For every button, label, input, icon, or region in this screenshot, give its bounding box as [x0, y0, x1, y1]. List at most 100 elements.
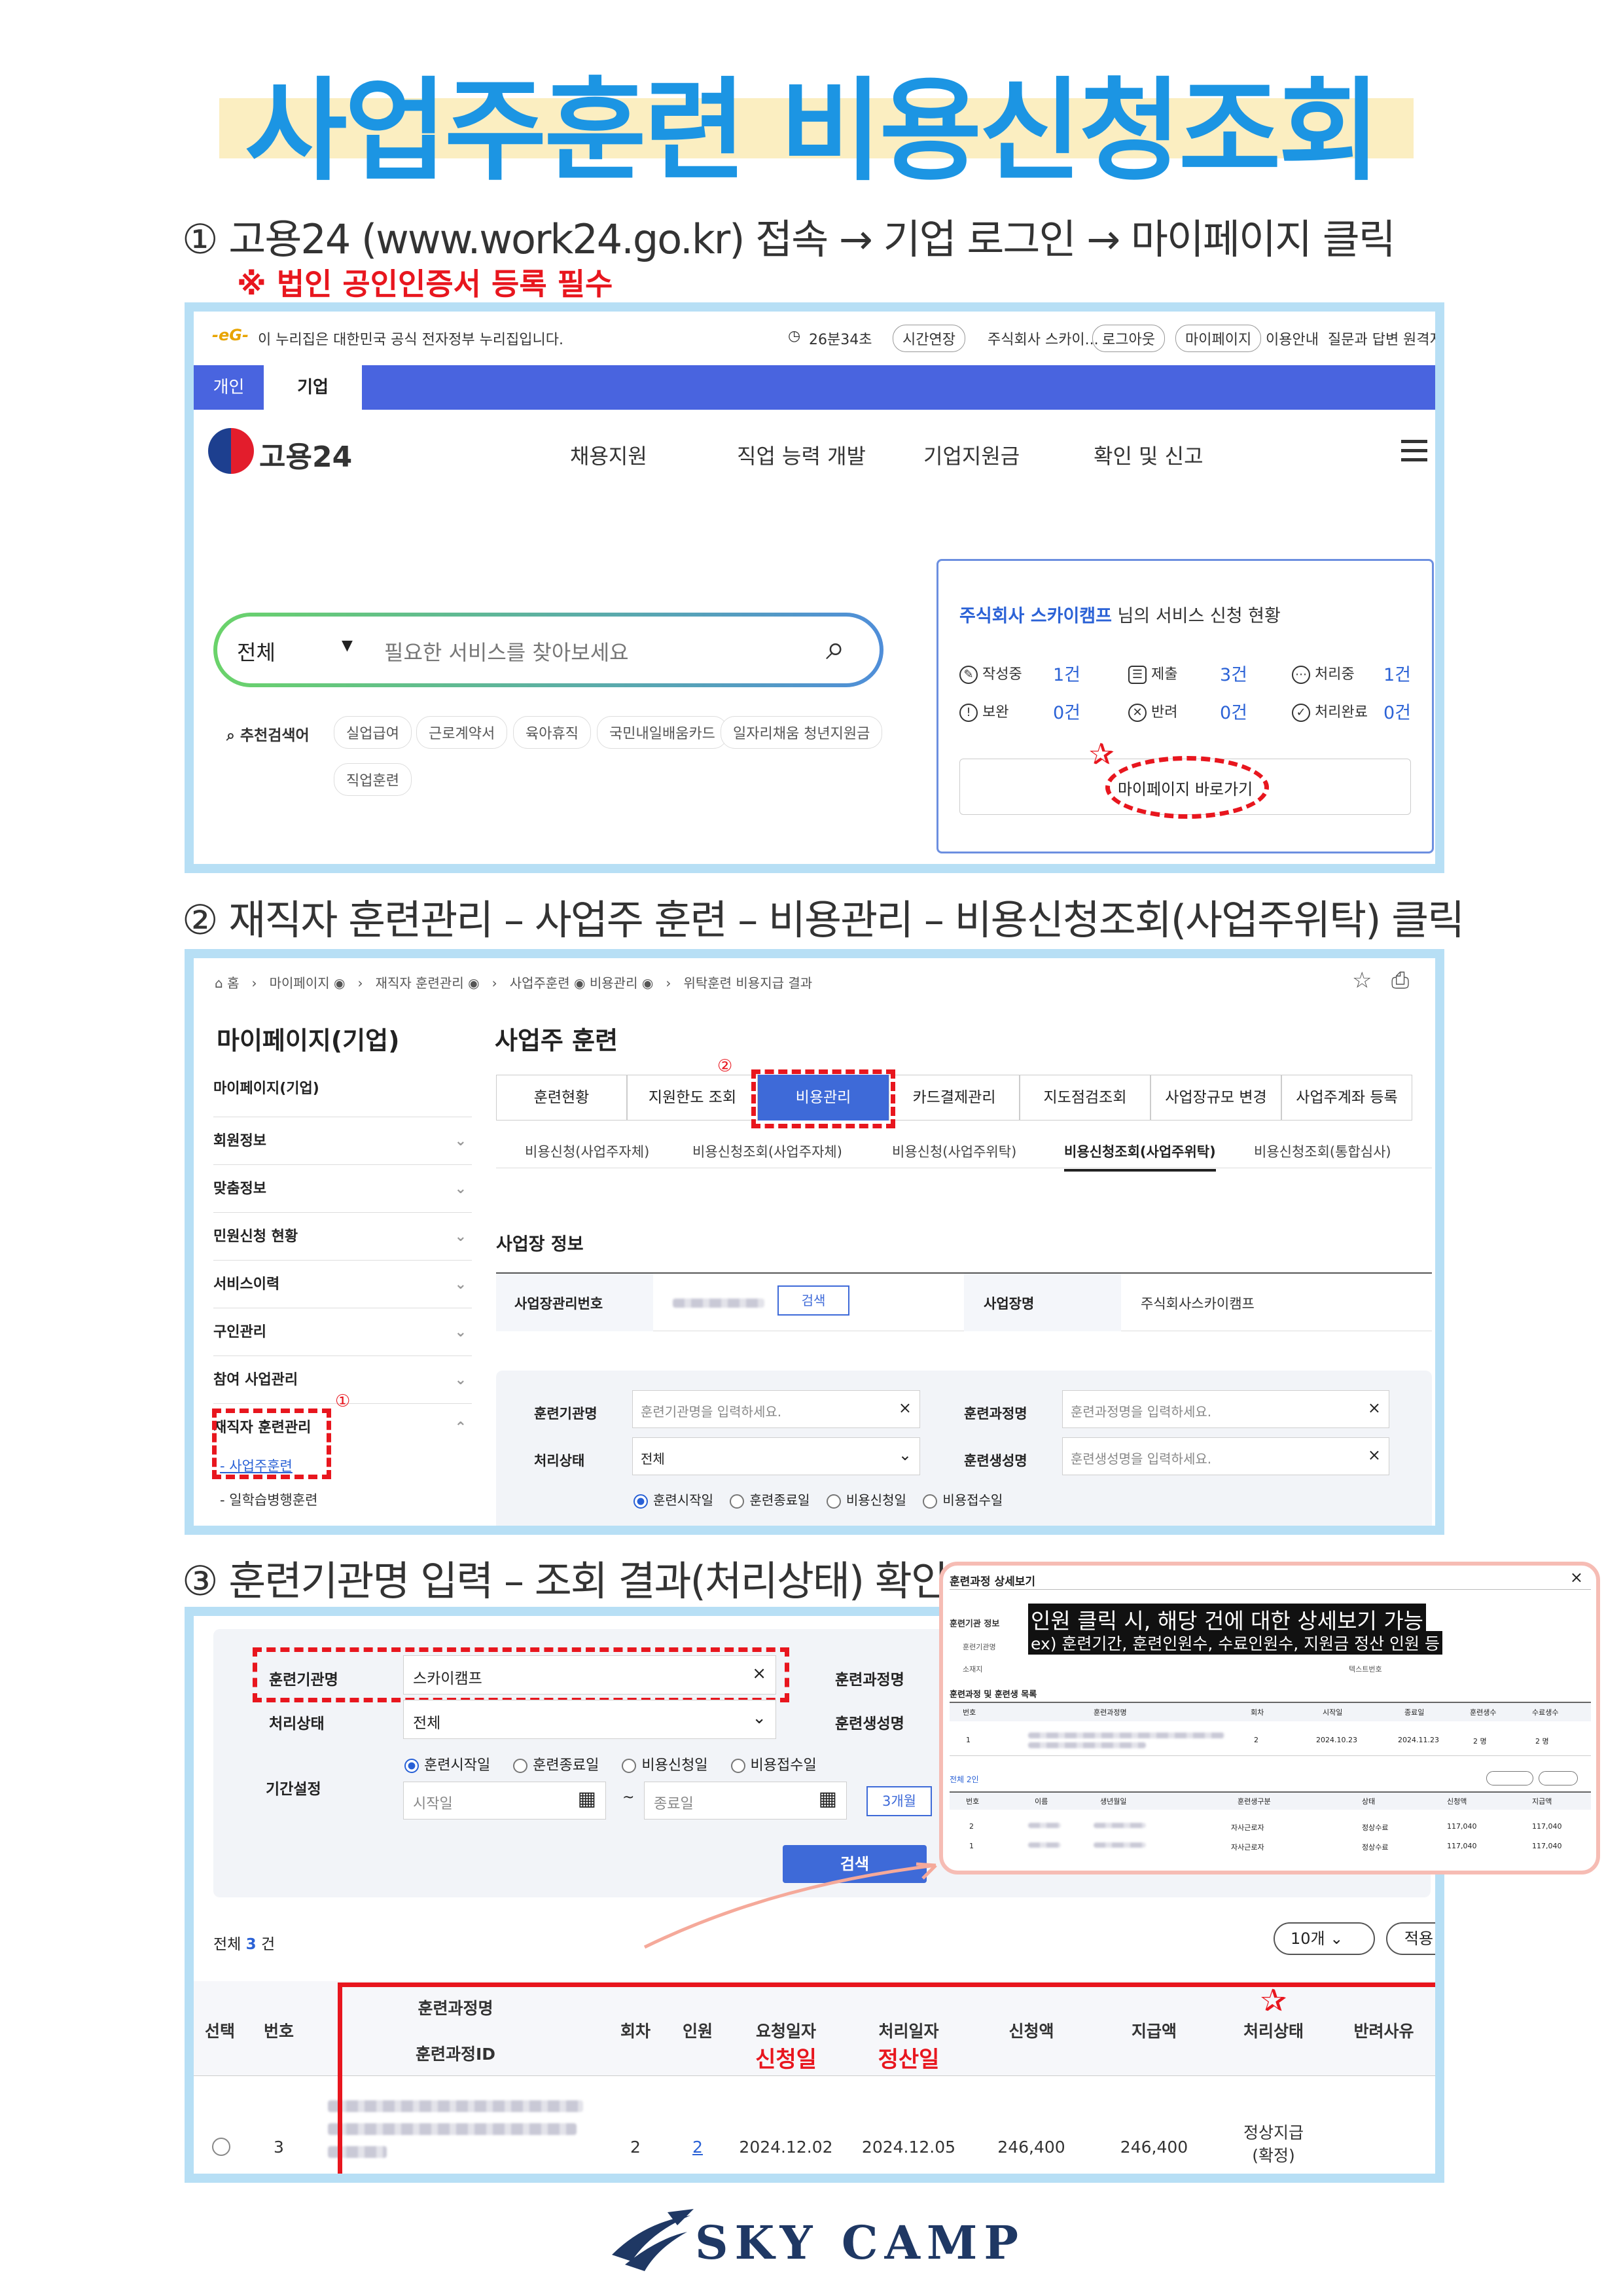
tab-size-change[interactable]: 사업장규모 변경 [1150, 1075, 1281, 1121]
breadcrumb-item[interactable]: 비용관리 [590, 975, 638, 991]
search-category-select[interactable]: 전체 [237, 636, 276, 666]
row-radio[interactable] [212, 2138, 230, 2156]
three-months-button[interactable]: 3개월 [866, 1786, 932, 1816]
clear-icon[interactable]: × [899, 1399, 912, 1417]
tab-company[interactable]: 기업 [264, 365, 362, 410]
x-circle-icon: ✕ [1128, 704, 1147, 722]
biz-search-button[interactable]: 검색 [777, 1285, 849, 1316]
nav-jobs[interactable]: 채용지원 [570, 440, 647, 470]
marker-2: ② [717, 1056, 733, 1076]
keyword-tag[interactable]: 근로계약서 [416, 716, 508, 749]
tab-training-status[interactable]: 훈련현황 [496, 1075, 627, 1121]
page-size-select[interactable]: 10개 ⌄ [1274, 1922, 1375, 1955]
org-input[interactable]: 훈련기관명을 입력하세요. × [632, 1390, 920, 1428]
sidebar-item[interactable]: 민원신청 현황 ⌄ [213, 1213, 472, 1261]
popup-td: 117,040 [1532, 1822, 1562, 1831]
tab-account-register[interactable]: 사업주계좌 등록 [1281, 1075, 1412, 1121]
keyword-tag[interactable]: 일자리채움 청년지원금 [721, 716, 883, 749]
popup-th: 훈련과정명 [1094, 1708, 1127, 1717]
site-logo[interactable]: 고용24 [259, 433, 352, 475]
sidebar-item[interactable]: 서비스이력 ⌄ [213, 1261, 472, 1308]
radio-apply[interactable]: 비용신청일 [826, 1492, 906, 1509]
popup-td: 1 [966, 1736, 971, 1744]
popup-close-icon[interactable]: × [1570, 1568, 1583, 1587]
start-date-input[interactable]: 시작일 ▦ [403, 1782, 606, 1820]
popup-apply-button[interactable] [1539, 1771, 1578, 1785]
popup-th: 신청액 [1447, 1797, 1467, 1806]
star-favorite-icon[interactable]: ☆ [1352, 967, 1372, 994]
keyword-tag[interactable]: 실업급여 [334, 716, 412, 749]
nav-report[interactable]: 확인 및 신고 [1094, 440, 1204, 470]
popup-th: 번호 [966, 1797, 980, 1806]
subtab-self-inquiry[interactable]: 비용신청조회(사업주자체) [692, 1141, 842, 1161]
sidebar-item[interactable]: 구인관리 ⌄ [213, 1308, 472, 1356]
subtab-self-apply[interactable]: 비용신청(사업주자체) [525, 1141, 649, 1161]
search-icon[interactable]: ⌕ [826, 628, 845, 668]
trainee-input[interactable]: 훈련생성명을 입력하세요. × [1062, 1437, 1389, 1475]
end-date-input[interactable]: 종료일 ▦ [644, 1782, 847, 1820]
radio-start[interactable]: 훈련시작일 [404, 1757, 490, 1774]
sidebar-label: 맞춤정보 [213, 1181, 266, 1197]
keyword-tag[interactable]: 국민내일배움카드 [597, 716, 728, 749]
sidebar-item[interactable]: 맞춤정보 ⌄ [213, 1165, 472, 1213]
print-icon[interactable]: ⎙ [1391, 967, 1409, 994]
util-link-remote[interactable]: 원격지원 [1403, 328, 1435, 349]
org-label: 훈련기관명 [534, 1406, 597, 1422]
search-input[interactable]: 필요한 서비스를 찾아보세요 [384, 636, 629, 666]
clear-icon[interactable]: × [1368, 1446, 1381, 1464]
status-label: 반려 [1151, 704, 1178, 721]
breadcrumb: ⌂ 홈 › 마이페이지 ◉ › 재직자 훈련관리 ◉ › 사업주훈련 ◉ 비용관… [215, 975, 813, 991]
gov-logo-icon [208, 428, 254, 474]
hamburger-menu-icon[interactable] [1401, 440, 1427, 462]
sidebar-item[interactable]: 회원정보 ⌄ [213, 1117, 472, 1165]
radio-start[interactable]: 훈련시작일 [633, 1492, 713, 1509]
breadcrumb-item[interactable]: 재직자 훈련관리 [376, 975, 464, 991]
total-count: 전체 3 건 [213, 1931, 275, 1954]
nav-subsidy[interactable]: 기업지원금 [923, 440, 1020, 470]
logout-button[interactable]: 로그아웃 [1092, 325, 1165, 352]
tab-limit-inquiry[interactable]: 지원한도 조회 [627, 1075, 758, 1121]
mypage-top-button[interactable]: 마이페이지 [1175, 325, 1262, 352]
tab-personal[interactable]: 개인 [194, 365, 264, 410]
util-link-guide[interactable]: 이용안내 [1266, 328, 1319, 349]
state-select[interactable]: 전체 ⌄ [632, 1437, 920, 1475]
breadcrumb-item[interactable]: 마이페이지 [270, 975, 330, 991]
extend-button[interactable]: 시간연장 [893, 325, 965, 352]
sidebar-label: 참여 사업관리 [213, 1372, 298, 1388]
popup-th: 상태 [1362, 1797, 1376, 1806]
radio-end[interactable]: 훈련종료일 [730, 1492, 810, 1509]
blurred-course-name [1028, 1732, 1224, 1738]
breadcrumb-item[interactable]: 홈 [227, 975, 239, 991]
apply-button[interactable]: 적용 [1386, 1922, 1435, 1955]
tab-inspection[interactable]: 지도점검조회 [1020, 1075, 1150, 1121]
trainee-placeholder: 훈련생성명을 입력하세요. [1071, 1451, 1212, 1467]
subtab-integrated[interactable]: 비용신청조회(통합심사) [1254, 1141, 1391, 1161]
state-value: 전체 [413, 1715, 441, 1732]
util-link-qna[interactable]: 질문과 답변 [1328, 328, 1399, 349]
popup-page-size-select[interactable] [1486, 1771, 1533, 1785]
chevron-down-icon: ⌄ [898, 1446, 912, 1464]
keyword-tag[interactable]: 직업훈련 [334, 763, 412, 796]
keyword-tag[interactable]: 육아휴직 [513, 716, 591, 749]
chevron-down-icon: ⌄ [454, 1372, 467, 1388]
page-title: 사업주훈련 비용신청조회 [245, 67, 1381, 196]
sidebar-item[interactable]: 마이페이지(기업) [213, 1069, 472, 1117]
tab-card-payment[interactable]: 카드결제관리 [889, 1075, 1020, 1121]
sidebar-sub-work-study[interactable]: - 일학습병행훈련 [220, 1490, 318, 1509]
subtab-consign-apply[interactable]: 비용신청(사업주위탁) [892, 1141, 1016, 1161]
calendar-icon[interactable]: ▦ [578, 1787, 596, 1810]
radio-end[interactable]: 훈련종료일 [513, 1757, 599, 1774]
radio-receive[interactable]: 비용접수일 [923, 1492, 1003, 1509]
clear-icon[interactable]: × [1368, 1399, 1381, 1417]
course-input[interactable]: 훈련과정명을 입력하세요. × [1062, 1390, 1389, 1428]
popup-divider [950, 1589, 1591, 1590]
breadcrumb-item[interactable]: 사업주훈련 [510, 975, 570, 991]
radio-apply[interactable]: 비용신청일 [622, 1757, 708, 1774]
state-select[interactable]: 전체 ⌄ [403, 1700, 776, 1739]
home-icon[interactable]: ⌂ [215, 975, 223, 991]
calendar-icon[interactable]: ▦ [819, 1787, 837, 1810]
radio-receive[interactable]: 비용접수일 [730, 1757, 817, 1774]
check-icon: ✓ [1292, 704, 1310, 722]
nav-skills[interactable]: 직업 능력 개발 [737, 440, 866, 470]
breadcrumb-item[interactable]: 위탁훈련 비용지급 결과 [683, 975, 812, 991]
